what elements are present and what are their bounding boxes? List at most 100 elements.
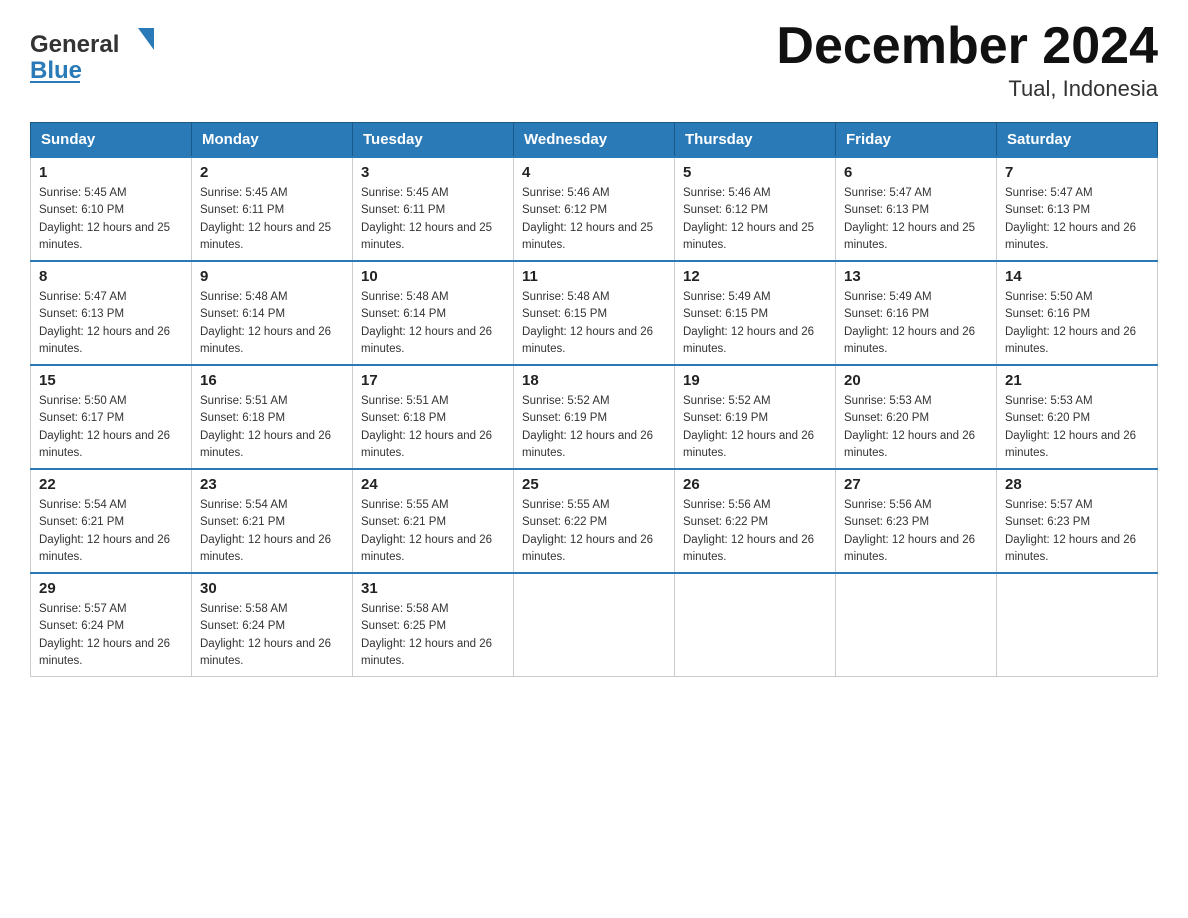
calendar-table: Sunday Monday Tuesday Wednesday Thursday… <box>30 122 1158 677</box>
table-row: 24 Sunrise: 5:55 AM Sunset: 6:21 PM Dayl… <box>353 469 514 573</box>
calendar-week-row: 1 Sunrise: 5:45 AM Sunset: 6:10 PM Dayli… <box>31 157 1158 261</box>
table-row: 6 Sunrise: 5:47 AM Sunset: 6:13 PM Dayli… <box>836 157 997 261</box>
day-number: 12 <box>683 268 827 285</box>
day-number: 23 <box>200 476 344 493</box>
day-info: Sunrise: 5:52 AM Sunset: 6:19 PM Dayligh… <box>683 393 827 462</box>
day-number: 5 <box>683 164 827 181</box>
svg-text:General: General <box>30 31 119 58</box>
day-number: 18 <box>522 372 666 389</box>
calendar-header-row: Sunday Monday Tuesday Wednesday Thursday… <box>31 123 1158 158</box>
table-row <box>675 573 836 677</box>
table-row: 16 Sunrise: 5:51 AM Sunset: 6:18 PM Dayl… <box>192 365 353 469</box>
table-row: 21 Sunrise: 5:53 AM Sunset: 6:20 PM Dayl… <box>997 365 1158 469</box>
calendar-week-row: 29 Sunrise: 5:57 AM Sunset: 6:24 PM Dayl… <box>31 573 1158 677</box>
col-monday: Monday <box>192 123 353 158</box>
day-info: Sunrise: 5:56 AM Sunset: 6:23 PM Dayligh… <box>844 497 988 566</box>
day-info: Sunrise: 5:53 AM Sunset: 6:20 PM Dayligh… <box>844 393 988 462</box>
day-info: Sunrise: 5:52 AM Sunset: 6:19 PM Dayligh… <box>522 393 666 462</box>
table-row: 19 Sunrise: 5:52 AM Sunset: 6:19 PM Dayl… <box>675 365 836 469</box>
day-number: 31 <box>361 580 505 597</box>
col-sunday: Sunday <box>31 123 192 158</box>
logo: General Blue <box>30 20 160 90</box>
day-number: 25 <box>522 476 666 493</box>
day-info: Sunrise: 5:47 AM Sunset: 6:13 PM Dayligh… <box>1005 185 1149 254</box>
day-number: 19 <box>683 372 827 389</box>
day-number: 10 <box>361 268 505 285</box>
day-number: 21 <box>1005 372 1149 389</box>
title-block: December 2024 Tual, Indonesia <box>776 20 1158 102</box>
day-number: 30 <box>200 580 344 597</box>
day-info: Sunrise: 5:54 AM Sunset: 6:21 PM Dayligh… <box>200 497 344 566</box>
day-number: 27 <box>844 476 988 493</box>
day-info: Sunrise: 5:51 AM Sunset: 6:18 PM Dayligh… <box>200 393 344 462</box>
day-info: Sunrise: 5:47 AM Sunset: 6:13 PM Dayligh… <box>39 289 183 358</box>
day-info: Sunrise: 5:57 AM Sunset: 6:24 PM Dayligh… <box>39 601 183 670</box>
table-row: 22 Sunrise: 5:54 AM Sunset: 6:21 PM Dayl… <box>31 469 192 573</box>
table-row: 23 Sunrise: 5:54 AM Sunset: 6:21 PM Dayl… <box>192 469 353 573</box>
page-title: December 2024 <box>776 20 1158 72</box>
day-info: Sunrise: 5:49 AM Sunset: 6:15 PM Dayligh… <box>683 289 827 358</box>
col-tuesday: Tuesday <box>353 123 514 158</box>
day-info: Sunrise: 5:55 AM Sunset: 6:21 PM Dayligh… <box>361 497 505 566</box>
day-info: Sunrise: 5:45 AM Sunset: 6:11 PM Dayligh… <box>200 185 344 254</box>
day-info: Sunrise: 5:58 AM Sunset: 6:24 PM Dayligh… <box>200 601 344 670</box>
table-row: 11 Sunrise: 5:48 AM Sunset: 6:15 PM Dayl… <box>514 261 675 365</box>
page-subtitle: Tual, Indonesia <box>776 76 1158 102</box>
table-row: 2 Sunrise: 5:45 AM Sunset: 6:11 PM Dayli… <box>192 157 353 261</box>
table-row: 4 Sunrise: 5:46 AM Sunset: 6:12 PM Dayli… <box>514 157 675 261</box>
day-number: 3 <box>361 164 505 181</box>
day-number: 15 <box>39 372 183 389</box>
table-row: 5 Sunrise: 5:46 AM Sunset: 6:12 PM Dayli… <box>675 157 836 261</box>
table-row: 12 Sunrise: 5:49 AM Sunset: 6:15 PM Dayl… <box>675 261 836 365</box>
table-row: 27 Sunrise: 5:56 AM Sunset: 6:23 PM Dayl… <box>836 469 997 573</box>
day-number: 6 <box>844 164 988 181</box>
day-number: 22 <box>39 476 183 493</box>
day-info: Sunrise: 5:46 AM Sunset: 6:12 PM Dayligh… <box>683 185 827 254</box>
table-row <box>997 573 1158 677</box>
day-info: Sunrise: 5:55 AM Sunset: 6:22 PM Dayligh… <box>522 497 666 566</box>
day-info: Sunrise: 5:48 AM Sunset: 6:15 PM Dayligh… <box>522 289 666 358</box>
day-info: Sunrise: 5:50 AM Sunset: 6:16 PM Dayligh… <box>1005 289 1149 358</box>
table-row: 14 Sunrise: 5:50 AM Sunset: 6:16 PM Dayl… <box>997 261 1158 365</box>
day-number: 17 <box>361 372 505 389</box>
day-number: 20 <box>844 372 988 389</box>
day-number: 16 <box>200 372 344 389</box>
table-row <box>836 573 997 677</box>
calendar-week-row: 8 Sunrise: 5:47 AM Sunset: 6:13 PM Dayli… <box>31 261 1158 365</box>
table-row: 25 Sunrise: 5:55 AM Sunset: 6:22 PM Dayl… <box>514 469 675 573</box>
day-info: Sunrise: 5:53 AM Sunset: 6:20 PM Dayligh… <box>1005 393 1149 462</box>
day-number: 4 <box>522 164 666 181</box>
table-row: 8 Sunrise: 5:47 AM Sunset: 6:13 PM Dayli… <box>31 261 192 365</box>
col-friday: Friday <box>836 123 997 158</box>
day-info: Sunrise: 5:54 AM Sunset: 6:21 PM Dayligh… <box>39 497 183 566</box>
day-info: Sunrise: 5:58 AM Sunset: 6:25 PM Dayligh… <box>361 601 505 670</box>
day-info: Sunrise: 5:48 AM Sunset: 6:14 PM Dayligh… <box>361 289 505 358</box>
table-row: 28 Sunrise: 5:57 AM Sunset: 6:23 PM Dayl… <box>997 469 1158 573</box>
table-row: 20 Sunrise: 5:53 AM Sunset: 6:20 PM Dayl… <box>836 365 997 469</box>
table-row: 9 Sunrise: 5:48 AM Sunset: 6:14 PM Dayli… <box>192 261 353 365</box>
logo-svg: General Blue <box>30 20 160 90</box>
day-number: 28 <box>1005 476 1149 493</box>
table-row: 10 Sunrise: 5:48 AM Sunset: 6:14 PM Dayl… <box>353 261 514 365</box>
day-number: 2 <box>200 164 344 181</box>
day-info: Sunrise: 5:45 AM Sunset: 6:10 PM Dayligh… <box>39 185 183 254</box>
day-number: 7 <box>1005 164 1149 181</box>
day-info: Sunrise: 5:45 AM Sunset: 6:11 PM Dayligh… <box>361 185 505 254</box>
col-saturday: Saturday <box>997 123 1158 158</box>
day-number: 1 <box>39 164 183 181</box>
day-number: 13 <box>844 268 988 285</box>
day-number: 24 <box>361 476 505 493</box>
table-row: 17 Sunrise: 5:51 AM Sunset: 6:18 PM Dayl… <box>353 365 514 469</box>
day-number: 29 <box>39 580 183 597</box>
table-row: 3 Sunrise: 5:45 AM Sunset: 6:11 PM Dayli… <box>353 157 514 261</box>
day-info: Sunrise: 5:47 AM Sunset: 6:13 PM Dayligh… <box>844 185 988 254</box>
calendar-week-row: 15 Sunrise: 5:50 AM Sunset: 6:17 PM Dayl… <box>31 365 1158 469</box>
table-row: 31 Sunrise: 5:58 AM Sunset: 6:25 PM Dayl… <box>353 573 514 677</box>
day-info: Sunrise: 5:50 AM Sunset: 6:17 PM Dayligh… <box>39 393 183 462</box>
table-row: 7 Sunrise: 5:47 AM Sunset: 6:13 PM Dayli… <box>997 157 1158 261</box>
calendar-week-row: 22 Sunrise: 5:54 AM Sunset: 6:21 PM Dayl… <box>31 469 1158 573</box>
col-wednesday: Wednesday <box>514 123 675 158</box>
page-header: General Blue December 2024 Tual, Indones… <box>30 20 1158 102</box>
table-row: 13 Sunrise: 5:49 AM Sunset: 6:16 PM Dayl… <box>836 261 997 365</box>
day-number: 14 <box>1005 268 1149 285</box>
